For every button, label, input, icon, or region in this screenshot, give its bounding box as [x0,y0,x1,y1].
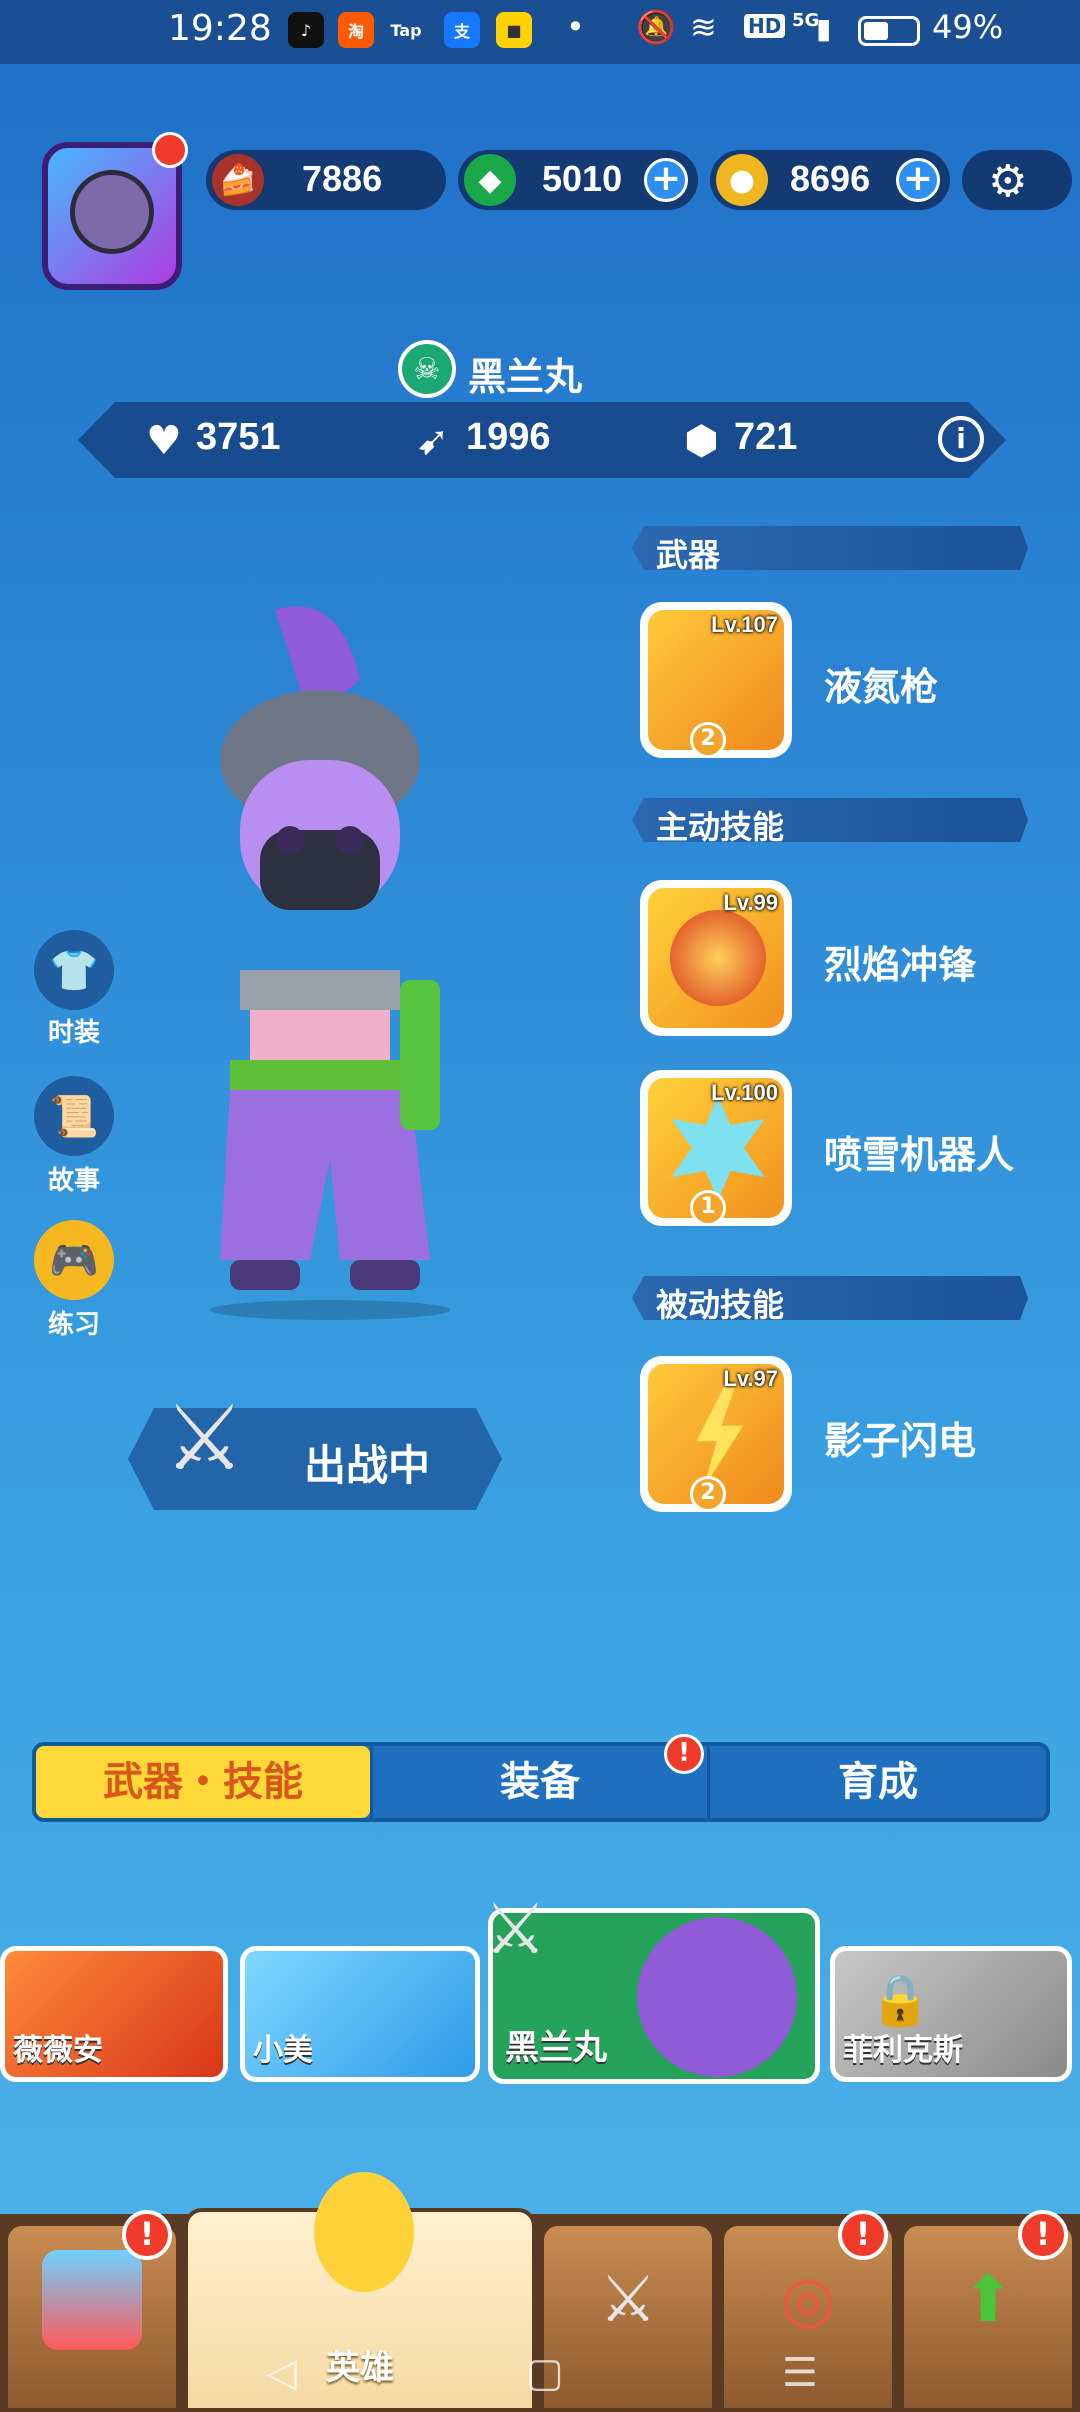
costume-label: 时装 [47,1018,100,1048]
dot-icon: • [566,8,585,46]
passive-skills-header: 被动技能 [632,1276,1028,1320]
practice-label: 练习 [47,1310,100,1340]
events-alert-badge: ! [838,2210,888,2260]
mute-icon: 🔕 [636,8,676,46]
gem-currency: ◆ 5010 + [458,150,698,210]
faction-skull-icon: ☠ [398,340,456,398]
android-nav-bar: ◁ ▢ ☰ [0,2336,1080,2412]
info-button[interactable]: i [938,416,984,462]
tab-training[interactable]: 育成 [710,1746,1046,1818]
home-icon[interactable]: ▢ [526,2350,564,2396]
shop-icon [42,2250,142,2350]
taptap-icon: Tap [390,20,422,40]
tab-weapons-skills[interactable]: 武器・技能 [36,1746,370,1818]
active-skills-header: 主动技能 [632,798,1028,842]
coin-amount: 8696 [790,158,871,199]
hero-3d-model [190,600,480,1320]
tab-equipment[interactable]: 装备 [370,1746,710,1818]
hero-card-felix-locked[interactable]: 🔒 菲利克斯 [830,1946,1072,2082]
avatar-face [70,170,154,254]
hero-name-row: ☠ 黑兰丸 [398,340,698,400]
passive-skill-level: Lv.97 [723,1366,778,1391]
defense-value: 721 [734,416,798,458]
shield-icon: ⬢ [684,418,719,464]
active-skill-1-card[interactable]: Lv.99 [640,880,792,1036]
practice-button[interactable]: 🎮 [34,1220,114,1300]
weapon-section-title: 武器 [656,536,721,574]
active-skill-1-level: Lv.99 [723,890,778,915]
active-skill-1-name: 烈焰冲锋 [824,943,977,987]
active-skill-2-card[interactable]: Lv.100 1 [640,1070,792,1226]
battery-percent: 49% [932,8,1004,46]
battery-icon [858,16,920,46]
story-label: 故事 [47,1166,100,1196]
hero-nav-icon [314,2172,414,2292]
hero-card-name: 黑兰丸 [505,2028,607,2068]
hd-badge: HD [744,14,786,38]
costume-button[interactable]: 👕 [34,930,114,1010]
hero-card-name: 薇薇安 [13,2033,103,2068]
shop-alert-badge: ! [122,2210,172,2260]
gamepad-icon: 🎮 [49,1237,99,1284]
passive-skill-star-badge: 2 [690,1476,726,1512]
coin-currency: ● 8696 + [710,150,950,210]
alipay-icon: 支 [444,12,480,48]
shirt-icon: 👕 [49,947,99,994]
avatar-notification-badge [152,132,188,168]
passive-skills-title: 被动技能 [656,1286,785,1324]
story-button[interactable]: 📜 [34,1076,114,1156]
active-skill-2-star-badge: 1 [690,1190,726,1226]
cake-icon: 🍰 [212,154,264,206]
active-skill-2-name: 喷雪机器人 [824,1133,1015,1177]
tiktok-icon: ♪ [288,12,324,48]
hero-card-name: 菲利克斯 [843,2033,963,2068]
passive-skill-card[interactable]: Lv.97 2 [640,1356,792,1512]
attack-value: 1996 [466,416,551,458]
hero-stats-bar: ♥ 3751 ➹ 1996 ⬢ 721 i [78,402,1006,478]
weapon-section-header: 武器 [632,526,1028,570]
weapon-name: 液氮枪 [824,665,939,709]
cake-currency: 🍰 7886 [206,150,446,210]
gear-icon: ⚙ [988,156,1028,207]
hero-card-vivian[interactable]: 薇薇安 [0,1946,228,2082]
add-gems-button[interactable]: + [644,158,688,202]
wifi-icon: ≋ [690,8,717,46]
settings-button[interactable]: ⚙ [962,150,1072,210]
scroll-icon: 📜 [49,1093,99,1140]
weapon-card[interactable]: Lv.107 2 [640,602,792,758]
upgrade-arrow-icon: ⬆ [961,2263,1015,2337]
target-icon: ◎ [780,2263,836,2337]
cake-amount: 7886 [302,158,383,199]
weapon-level: Lv.107 [711,612,778,637]
hero-card-xiaomei[interactable]: 小美 [240,1946,480,2082]
lock-icon: 🔒 [869,1971,932,2029]
status-bar: 19:28 ♪ 淘 Tap 支 ■ • 🔕 ≋ HD 5G ▮ 49% [0,0,1080,64]
equipment-alert-badge: ! [664,1734,704,1774]
active-skills-title: 主动技能 [656,808,785,846]
hero-tab-bar: 武器・技能 装备 育成 [32,1742,1050,1822]
gem-icon: ◆ [464,154,516,206]
news-app-icon: ■ [496,12,532,48]
deploy-status-label: 出战中 [304,1441,431,1490]
active-skill-2-level: Lv.100 [711,1080,778,1105]
selected-swords-icon: ⚔ [484,1888,547,1970]
boot-icon: ➹ [416,418,450,464]
health-value: 3751 [196,416,281,458]
status-time: 19:28 [168,8,272,49]
heart-icon: ♥ [146,418,182,464]
crossed-swords-icon: ⚔ [164,1386,245,1491]
add-coins-button[interactable]: + [896,158,940,202]
taobao-icon: 淘 [338,12,374,48]
hero-card-name: 小美 [253,2033,313,2068]
battle-shield-icon: ⚔ [599,2263,657,2337]
back-icon[interactable]: ◁ [266,2350,297,2396]
weapon-star-badge: 2 [690,722,726,758]
passive-skill-name: 影子闪电 [824,1419,977,1463]
gem-amount: 5010 [542,158,623,199]
hero-name: 黑兰丸 [468,355,583,399]
coin-icon: ● [716,154,768,206]
signal-icon: ▮ [816,12,832,45]
upgrade-alert-badge: ! [1018,2210,1068,2260]
menu-icon[interactable]: ☰ [782,2350,818,2396]
